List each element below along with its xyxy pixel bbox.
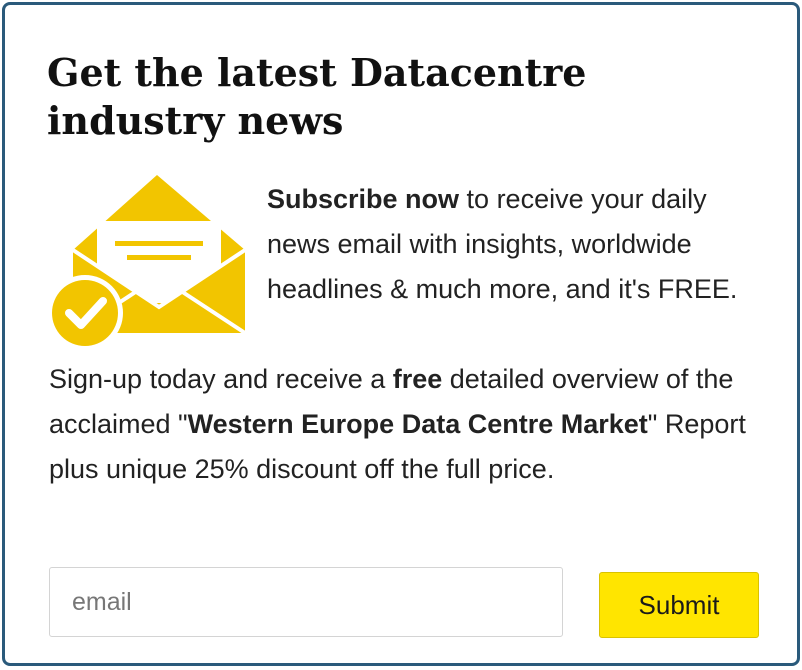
offer-text: Sign-up today and receive a free detaile…	[49, 357, 779, 492]
widget-title: Get the latest Datacentre industry news	[47, 50, 587, 143]
offer-part-1: Sign-up today and receive a	[49, 364, 393, 394]
subscribe-text: Subscribe now to receive your daily news…	[267, 177, 767, 312]
subscribe-now-label: Subscribe now	[267, 184, 460, 214]
envelope-check-icon	[45, 175, 247, 351]
email-input[interactable]	[49, 567, 563, 637]
offer-free-label: free	[392, 364, 443, 394]
newsletter-signup-card: Get the latest Datacentre industry news …	[2, 2, 800, 666]
report-name: Western Europe Data Centre Market	[187, 409, 648, 439]
submit-button[interactable]: Submit	[599, 572, 759, 638]
